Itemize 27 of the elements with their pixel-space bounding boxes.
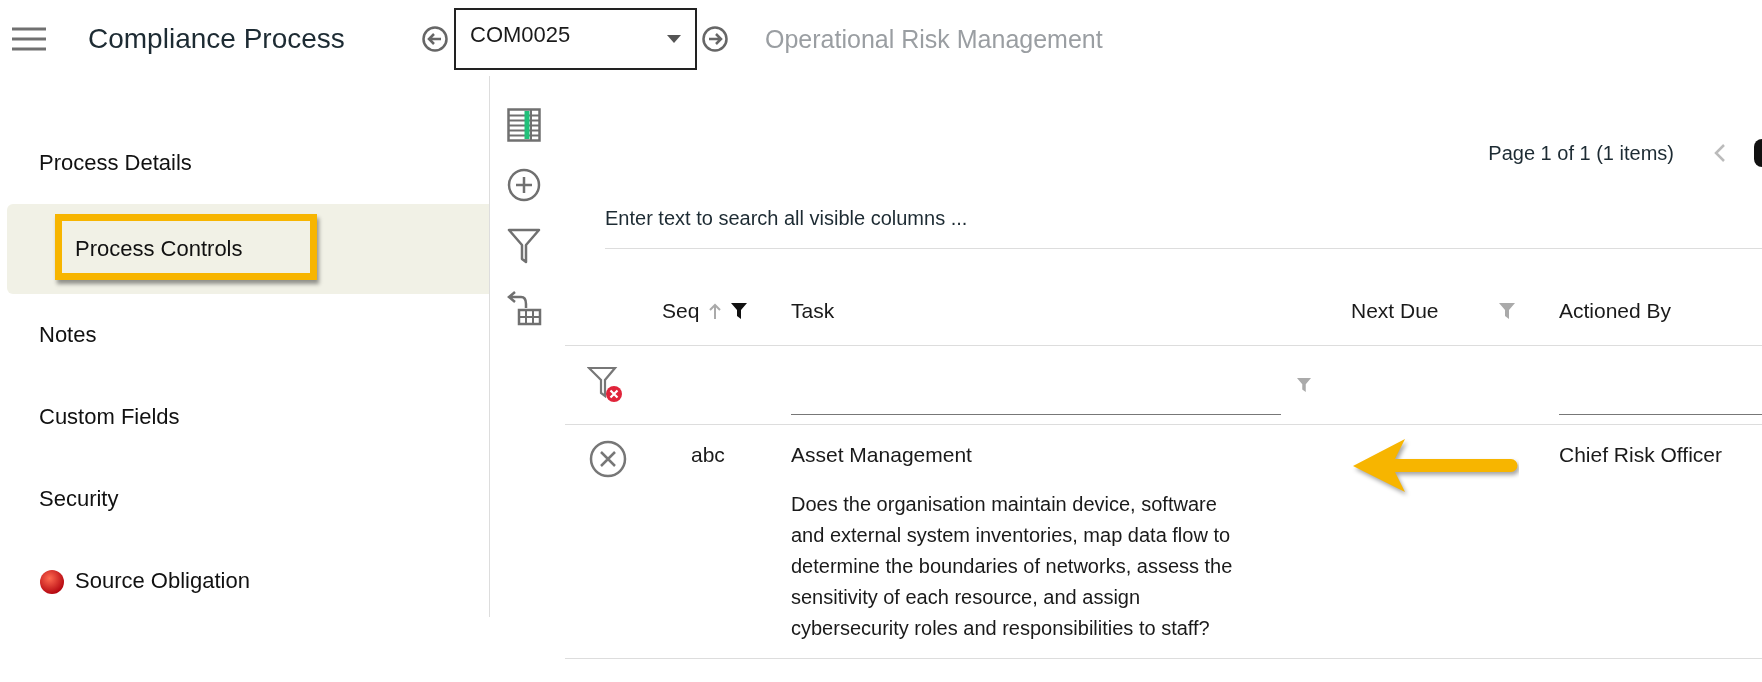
column-header[interactable]: Seq (662, 299, 700, 323)
sidebar-item[interactable]: Process Controls (7, 235, 243, 262)
column-header[interactable]: Actioned By (1559, 299, 1672, 323)
task-description: Does the organisation maintain device, software and external system inventories, map data flow to determine the boundaries of networks, assess the sensitivity of each resource, and assign cybersecurity roles and responsibilities to staff? (791, 492, 1234, 641)
page-title: Compliance Process (88, 23, 346, 55)
sidebar-item[interactable]: Process Details (7, 149, 192, 176)
sidebar-item[interactable]: Security (7, 485, 119, 512)
menu-icon[interactable] (12, 27, 46, 51)
filter-icon[interactable] (731, 303, 748, 319)
task-title: Asset Management (791, 443, 973, 467)
record-select[interactable]: COM0025 (454, 8, 697, 70)
column-chooser-icon[interactable] (507, 108, 541, 142)
add-icon[interactable] (507, 168, 541, 202)
table-cell: abc (691, 443, 725, 466)
remove-icon[interactable] (588, 439, 628, 479)
sidebar-item[interactable]: Source Obligation (7, 566, 250, 595)
table-cell: Chief Risk Officer (1559, 443, 1722, 466)
sidebar-item[interactable]: Notes (7, 321, 97, 348)
clear-filter-icon[interactable] (587, 366, 625, 404)
pager-button[interactable] (1754, 139, 1762, 167)
sidebar-item[interactable]: Custom Fields (7, 403, 180, 430)
column-header[interactable]: Task (791, 299, 835, 323)
caret-icon (667, 35, 681, 43)
column-header[interactable]: Next Due (1351, 299, 1439, 323)
page-subtitle: Operational Risk Management (765, 24, 1103, 54)
pager-text: Page 1 of 1 (1 items) (1488, 141, 1674, 165)
undo-grid-icon[interactable] (506, 290, 542, 326)
